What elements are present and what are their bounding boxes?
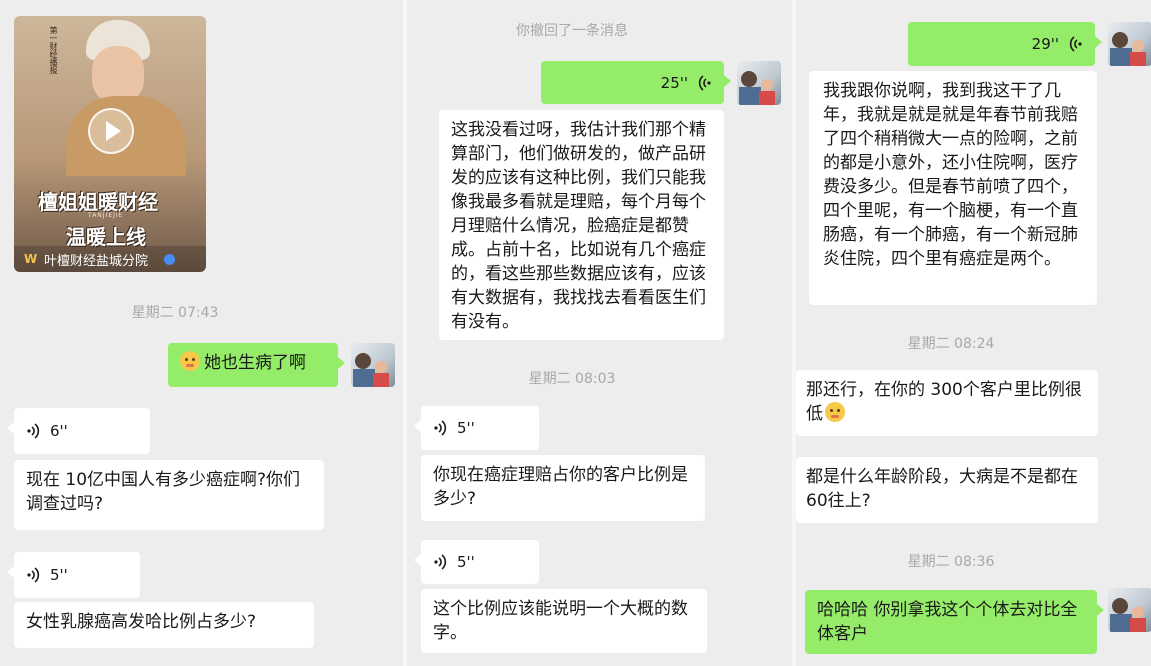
video-top-text: 第一财经播报 bbox=[49, 26, 58, 74]
play-button[interactable] bbox=[88, 108, 134, 154]
voice-message-bubble[interactable]: 5'' bbox=[414, 406, 539, 450]
verified-badge-icon bbox=[164, 254, 175, 265]
avatar[interactable] bbox=[351, 343, 395, 387]
message-text: 哈哈哈 你别拿我这个个体去对比全体客户 bbox=[817, 600, 1078, 644]
voice-duration: 5'' bbox=[457, 553, 475, 571]
received-message-bubble[interactable]: 现在 10亿中国人有多少癌症啊?你们调查过吗? bbox=[14, 460, 324, 530]
video-caption: TANJIEJIE bbox=[88, 212, 124, 219]
received-message-bubble[interactable]: 这我没看过呀，我估计我们那个精算部门，他们做研发的，做产品研发的应该有这种比例，… bbox=[439, 110, 724, 340]
message-text: 你现在癌症理赔占你的客户比例是多少? bbox=[433, 465, 688, 509]
chat-panel-middle: 你撤回了一条消息 25'' 这我没看过呀，我估计我们那个精算部门，他们做研发的，… bbox=[407, 0, 792, 666]
voice-duration: 5'' bbox=[50, 566, 68, 584]
received-message-bubble[interactable]: 我我跟你说啊，我到我这干了几年，我就是就是就是年春节前我赔了四个稍稍微大一点的险… bbox=[809, 71, 1097, 305]
play-icon bbox=[106, 121, 121, 141]
video-message-card[interactable]: 第一财经播报 檀姐姐暖财经 TANJIEJIE 温暖上线 W 叶檀财经盐城分院 bbox=[14, 16, 206, 272]
emoji-worried-icon bbox=[825, 402, 845, 422]
timestamp: 星期二 08:24 bbox=[907, 336, 995, 352]
video-account-name: 叶檀财经盐城分院 bbox=[44, 254, 149, 269]
message-text: 我我跟你说啊，我到我这干了几年，我就是就是就是年春节前我赔了四个稍稍微大一点的险… bbox=[823, 81, 1078, 269]
sent-message-bubble[interactable]: 她也生病了啊 bbox=[168, 343, 345, 387]
timestamp: 星期二 08:36 bbox=[907, 554, 995, 570]
voice-message-bubble[interactable]: 6'' bbox=[7, 408, 150, 454]
voice-wave-icon bbox=[27, 423, 40, 439]
message-text: 那还行，在你的 300个客户里比例很低 bbox=[806, 380, 1082, 424]
emoji-worried-icon bbox=[180, 351, 200, 371]
timestamp: 星期二 07:43 bbox=[131, 305, 219, 321]
voice-message-bubble[interactable]: 29'' bbox=[908, 22, 1102, 66]
message-text: 这我没看过呀，我估计我们那个精算部门，他们做研发的，做产品研发的应该有这种比例，… bbox=[451, 120, 706, 332]
recall-notice: 你撤回了一条消息 bbox=[516, 23, 628, 39]
message-text: 她也生病了啊 bbox=[204, 353, 306, 373]
voice-duration: 5'' bbox=[457, 419, 475, 437]
voice-message-bubble[interactable]: 5'' bbox=[414, 540, 539, 584]
message-text: 现在 10亿中国人有多少癌症啊?你们调查过吗? bbox=[26, 470, 301, 514]
sent-message-bubble[interactable]: 哈哈哈 你别拿我这个个体去对比全体客户 bbox=[805, 590, 1104, 654]
voice-wave-icon bbox=[698, 74, 711, 91]
voice-duration: 29'' bbox=[1031, 35, 1059, 53]
voice-wave-icon bbox=[434, 420, 447, 436]
received-message-bubble[interactable]: 女性乳腺癌高发哈比例占多少? bbox=[14, 602, 314, 648]
voice-wave-icon bbox=[434, 554, 447, 570]
video-account-bar: W 叶檀财经盐城分院 bbox=[14, 246, 206, 272]
voice-wave-icon bbox=[27, 567, 40, 583]
video-title-line1: 檀姐姐暖财经 bbox=[38, 190, 158, 214]
chat-panel-left: 第一财经播报 檀姐姐暖财经 TANJIEJIE 温暖上线 W 叶檀财经盐城分院 … bbox=[0, 0, 403, 666]
voice-wave-icon bbox=[1069, 36, 1082, 52]
message-text: 女性乳腺癌高发哈比例占多少? bbox=[26, 612, 257, 632]
avatar[interactable] bbox=[1108, 588, 1151, 632]
message-text: 都是什么年龄阶段，大病是不是都在60往上? bbox=[806, 467, 1078, 511]
received-message-bubble[interactable]: 都是什么年龄阶段，大病是不是都在60往上? bbox=[796, 457, 1098, 523]
avatar[interactable] bbox=[737, 61, 781, 105]
channel-logo-icon: W bbox=[24, 252, 38, 266]
received-message-bubble[interactable]: 那还行，在你的 300个客户里比例很低 bbox=[796, 370, 1098, 436]
chat-panel-right: 29'' 我我跟你说啊，我到我这干了几年，我就是就是就是年春节前我赔了四个稍稍微… bbox=[796, 0, 1151, 666]
voice-duration: 6'' bbox=[50, 422, 68, 440]
received-message-bubble[interactable]: 你现在癌症理赔占你的客户比例是多少? bbox=[421, 455, 705, 521]
voice-message-bubble[interactable]: 25'' bbox=[541, 61, 731, 104]
message-text: 这个比例应该能说明一个大概的数字。 bbox=[433, 599, 688, 643]
voice-duration: 25'' bbox=[660, 73, 688, 92]
received-message-bubble[interactable]: 这个比例应该能说明一个大概的数字。 bbox=[421, 589, 707, 653]
timestamp: 星期二 08:03 bbox=[528, 371, 616, 387]
avatar[interactable] bbox=[1108, 22, 1151, 66]
voice-message-bubble[interactable]: 5'' bbox=[7, 552, 140, 598]
